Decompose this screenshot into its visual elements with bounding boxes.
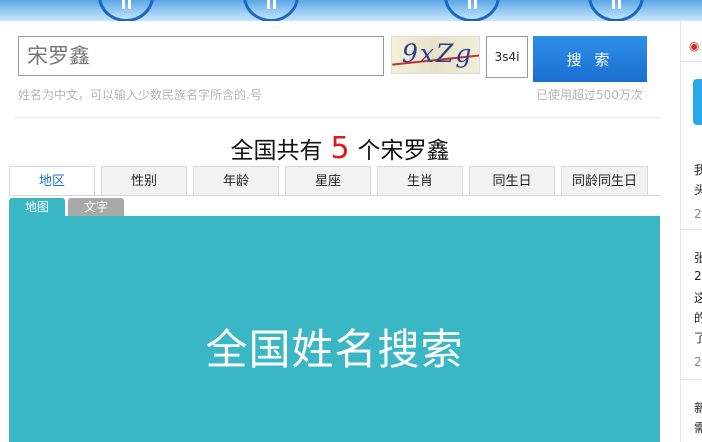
weibo-icon[interactable]: ◉ xyxy=(689,39,699,53)
tab-constellation[interactable]: 星座 xyxy=(285,166,371,196)
top-banner xyxy=(0,0,702,21)
subtab-text[interactable]: 文字 xyxy=(68,198,124,216)
usage-count-text: 已使用超过500万次 xyxy=(536,88,643,102)
sidebar-text[interactable]: 新 xyxy=(694,399,702,416)
tab-gender[interactable]: 性别 xyxy=(101,166,187,196)
sidebar-separator xyxy=(681,61,702,62)
sidebar-text[interactable]: 我 xyxy=(694,161,702,178)
banner-icon-4[interactable] xyxy=(588,0,644,21)
captcha-image[interactable]: 9xZg xyxy=(391,36,480,74)
sidebar-text[interactable]: 2 xyxy=(694,269,702,283)
sidebar-text: 2 xyxy=(694,355,702,369)
twitter-bird-icon[interactable] xyxy=(693,79,702,125)
banner-icon-1[interactable] xyxy=(98,0,154,21)
result-count: 5 xyxy=(330,131,350,166)
map-panel: 全国姓名搜索 xyxy=(9,216,660,442)
tab-region[interactable]: 地区 xyxy=(9,166,95,196)
tab-zodiac[interactable]: 生肖 xyxy=(377,166,463,196)
tab-bar: 地区 性别 年龄 星座 生肖 同生日 同龄同生日 xyxy=(9,166,660,196)
sidebar-text[interactable]: 了 xyxy=(694,329,702,346)
tab-same-birthday[interactable]: 同生日 xyxy=(469,166,555,196)
search-button[interactable]: 搜 索 xyxy=(533,36,647,82)
sidebar-text[interactable]: 头 xyxy=(694,181,702,198)
sidebar-separator xyxy=(681,229,702,230)
captcha-text: 9xZg xyxy=(402,39,474,68)
result-summary: 全国共有 5 个宋罗鑫 xyxy=(0,129,680,171)
banner-icon-3[interactable] xyxy=(444,0,500,21)
right-sidebar: ◉ 我 头 2 张 2 这 的 了 2 新 需 xyxy=(681,21,702,442)
sidebar-text[interactable]: 的 xyxy=(694,309,702,326)
result-suffix: 个宋罗鑫 xyxy=(357,138,450,164)
tab-bar-border xyxy=(9,195,660,196)
sidebar-text[interactable]: 张 xyxy=(694,249,702,266)
sidebar-text[interactable]: 这 xyxy=(694,289,702,306)
banner-icon-2[interactable] xyxy=(243,0,299,21)
sidebar-text: 2 xyxy=(694,207,702,221)
tab-age[interactable]: 年龄 xyxy=(193,166,279,196)
result-prefix: 全国共有 xyxy=(230,138,323,164)
captcha-input[interactable]: 3s4i xyxy=(486,36,528,78)
sidebar-text[interactable]: 需 xyxy=(694,419,702,436)
sidebar-separator xyxy=(681,379,702,380)
name-search-input[interactable]: 宋罗鑫 xyxy=(18,36,384,76)
tab-same-age-birthday[interactable]: 同龄同生日 xyxy=(561,166,648,196)
divider xyxy=(14,117,660,118)
map-title: 全国姓名搜索 xyxy=(205,325,464,374)
subtab-map[interactable]: 地图 xyxy=(9,198,65,216)
search-hint: 姓名为中文，可以输入少数民族名字所含的.号 xyxy=(18,88,262,102)
